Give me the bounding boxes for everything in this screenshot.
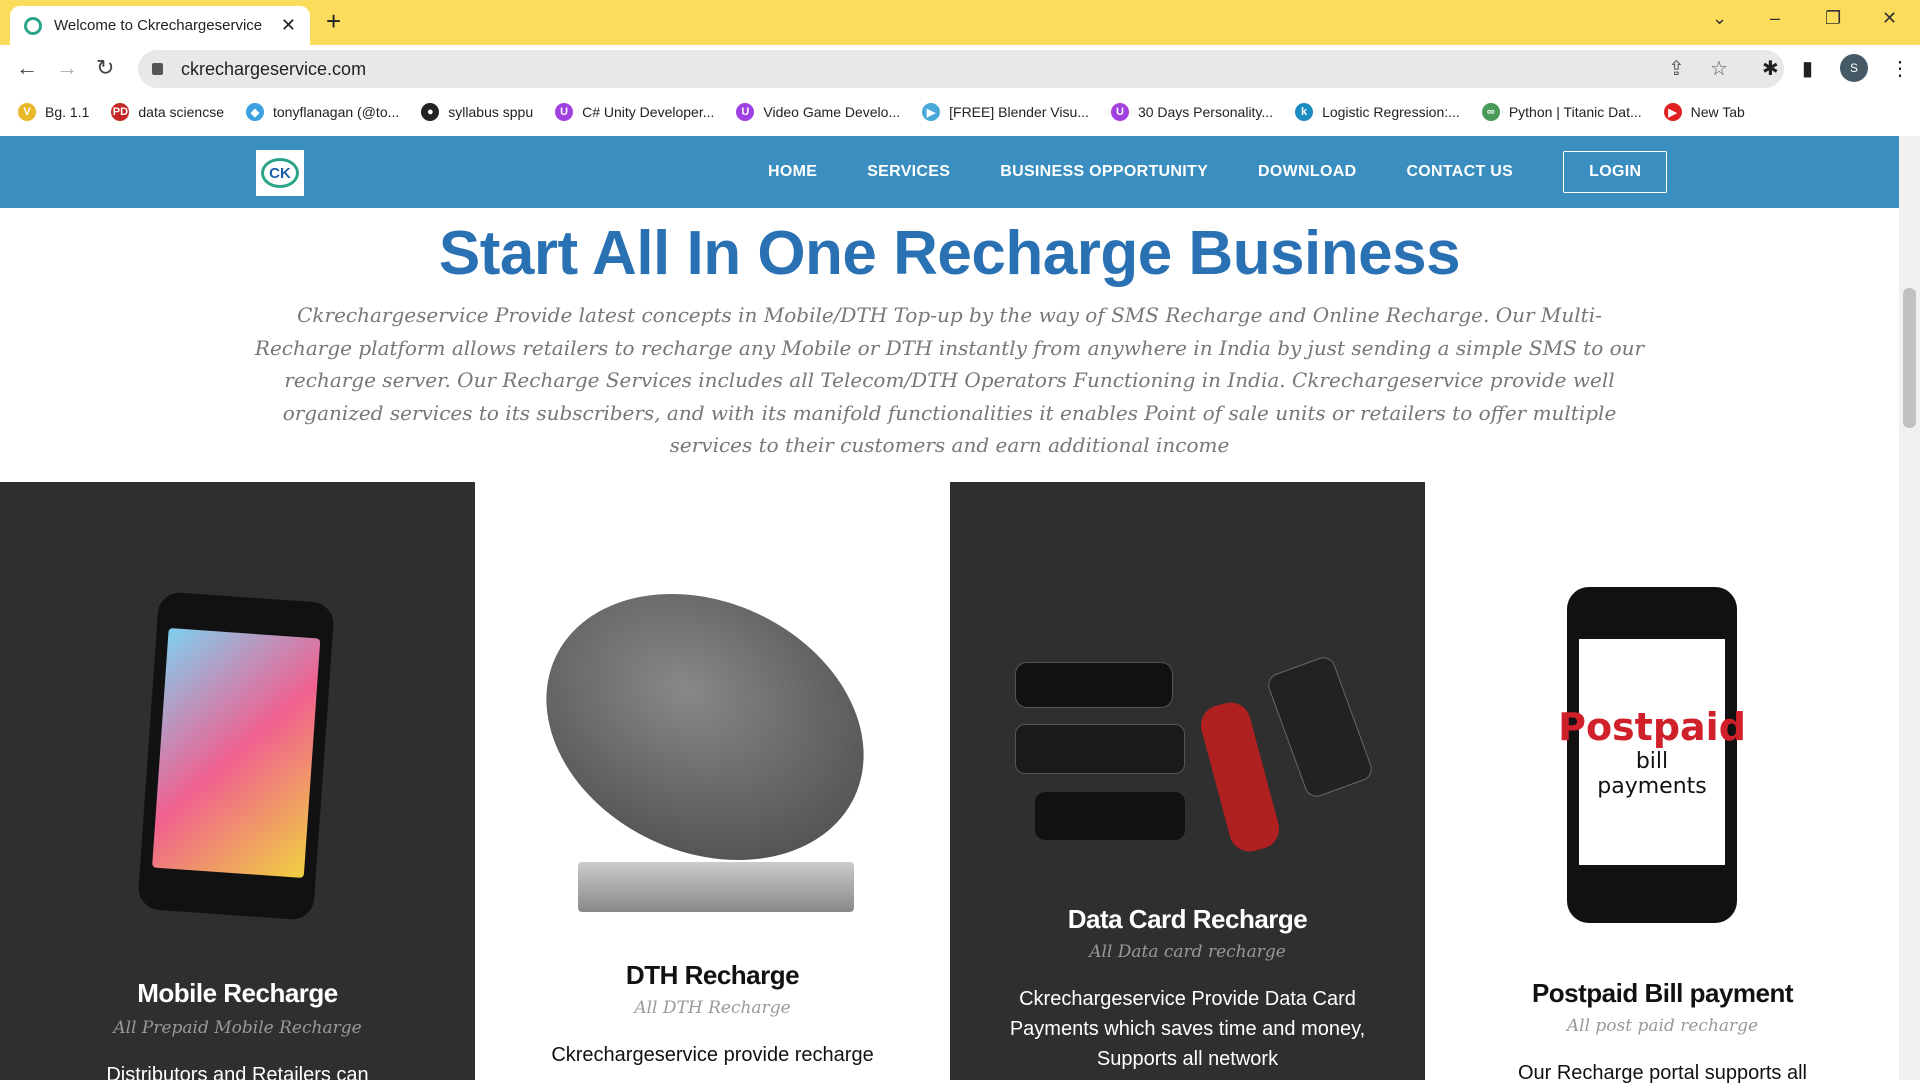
bookmark-item[interactable]: ∞ Python | Titanic Dat... (1481, 103, 1642, 121)
bookmark-item[interactable]: ▶ New Tab (1663, 103, 1745, 121)
tab-strip: Welcome to Ckrechargeservice ✕ + ⌄ – ❐ ✕ (0, 0, 1920, 45)
bookmark-favicon-icon: U (736, 103, 755, 121)
card-description: Ckrechargeservice Provide Data Card Paym… (1009, 988, 1366, 1070)
card-dth-recharge: DTH Recharge All DTH Recharge Ckrecharge… (475, 482, 950, 1080)
bookmark-favicon-icon: ● (421, 103, 440, 121)
bookmark-item[interactable]: U 30 Days Personality... (1110, 103, 1274, 121)
bookmark-favicon-icon: ▶ (1663, 103, 1682, 121)
nav-business-opportunity[interactable]: BUSINESS OPPORTUNITY (1000, 163, 1208, 181)
bookmark-label: tonyflanagan (@to... (272, 104, 400, 120)
address-bar[interactable]: ckrechargeservice.com ⇪ ☆ (138, 50, 1784, 88)
url-text: ckrechargeservice.com (181, 58, 367, 79)
extensions-icon[interactable]: ✱ (1762, 56, 1779, 81)
card-postpaid-bill-payment: Postpaid bill payments Postpaid Bill pay… (1425, 482, 1900, 1084)
bookmark-favicon-icon: ∞ (1481, 103, 1500, 121)
bookmark-label: C# Unity Developer... (582, 104, 715, 120)
toolbar: ← → ↻ ckrechargeservice.com ⇪ ☆ ✱ ▮ S ⋮ (0, 45, 1920, 92)
postpaid-phone-image: Postpaid bill payments (1558, 587, 1746, 923)
bookmark-star-icon[interactable]: ☆ (1710, 56, 1728, 81)
bookmark-label: New Tab (1690, 104, 1745, 120)
bookmark-label: [FREE] Blender Visu... (949, 104, 1089, 120)
card-subtitle: All Prepaid Mobile Recharge (113, 1018, 362, 1038)
card-title: Data Card Recharge (1067, 904, 1308, 934)
tab-search-icon[interactable]: ⌄ (1712, 8, 1727, 29)
tab-title: Welcome to Ckrechargeservice (54, 17, 263, 34)
bookmark-favicon-icon: ◆ (245, 103, 264, 121)
bookmark-label: Logistic Regression:... (1322, 104, 1460, 120)
nav-contact-us[interactable]: CONTACT US (1406, 163, 1513, 181)
bookmark-item[interactable]: U C# Unity Developer... (555, 103, 714, 121)
bookmark-favicon-icon: V (18, 103, 36, 121)
card-mobile-recharge: Mobile Recharge All Prepaid Mobile Recha… (0, 482, 475, 1086)
restore-icon[interactable]: ❐ (1825, 8, 1841, 29)
set-top-box-image (578, 862, 854, 912)
bookmark-label: data sciencse (138, 104, 224, 120)
card-title: Mobile Recharge (137, 978, 338, 1008)
card-description: Ckrechargeservice provide recharge (551, 1044, 874, 1066)
card-title: Postpaid Bill payment (1531, 978, 1794, 1008)
card-subtitle: All Data card recharge (1089, 942, 1286, 962)
share-icon[interactable]: ⇪ (1668, 56, 1685, 81)
nav-services[interactable]: SERVICES (867, 163, 950, 181)
side-panel-icon[interactable]: ▮ (1802, 56, 1813, 81)
back-icon[interactable]: ← (16, 55, 38, 81)
bookmark-favicon-icon: PD (111, 103, 130, 121)
card-data-card-recharge: Data Card Recharge All Data card recharg… (950, 482, 1425, 1080)
site-logo[interactable]: CK (256, 150, 304, 196)
card-subtitle: All post paid recharge (1566, 1016, 1759, 1036)
bookmarks-bar: V Bg. 1.1 PD data sciencse ◆ tonyflanagan (@t… (0, 92, 1920, 132)
new-tab-button[interactable]: + (326, 6, 341, 37)
bookmark-favicon-icon: U (555, 103, 574, 121)
bookmark-item[interactable]: V Bg. 1.1 (18, 103, 89, 121)
page-scrollbar[interactable] (1899, 136, 1920, 1080)
bookmark-item[interactable]: ◆ tonyflanagan (@to... (245, 103, 400, 121)
browser-tab[interactable]: Welcome to Ckrechargeservice ✕ (10, 6, 310, 45)
bookmark-label: Video Game Develo... (763, 104, 901, 120)
site-navbar: CK HOME SERVICES BUSINESS OPPORTUNITY DO… (0, 136, 1899, 208)
intro-text: Ckrechargeservice Provide latest concept… (254, 303, 1645, 457)
avatar[interactable]: S (1840, 54, 1868, 82)
lock-icon (152, 63, 163, 75)
scrollbar-thumb[interactable] (1903, 288, 1916, 428)
bookmark-item[interactable]: ▶ [FREE] Blender Visu... (922, 103, 1089, 121)
forward-icon[interactable]: → (56, 55, 78, 81)
bookmark-favicon-icon: k (1295, 103, 1314, 121)
satellite-dish-image (502, 543, 908, 911)
close-window-icon[interactable]: ✕ (1882, 8, 1897, 29)
card-description: Distributors and Retailers can (106, 1064, 369, 1086)
bookmark-favicon-icon: ▶ (922, 103, 941, 121)
nav-home[interactable]: HOME (768, 163, 817, 181)
bookmark-item[interactable]: PD data sciencse (111, 103, 224, 121)
data-card-dongles-image (1015, 653, 1376, 862)
bookmark-favicon-icon: U (1110, 103, 1129, 121)
bookmark-label: 30 Days Personality... (1137, 104, 1274, 120)
reload-icon[interactable]: ↻ (96, 55, 114, 81)
mobile-phone-image (137, 591, 335, 921)
card-description: Our Recharge portal supports all (1517, 1062, 1808, 1084)
menu-icon[interactable]: ⋮ (1890, 56, 1910, 81)
page-title: Start All In One Recharge Business (438, 219, 1461, 288)
card-subtitle: All DTH Recharge (634, 998, 791, 1018)
hero-section: Start All In One Recharge Business Ckrec… (0, 218, 1899, 462)
minimize-icon[interactable]: – (1770, 8, 1780, 29)
bookmark-item[interactable]: k Logistic Regression:... (1295, 103, 1460, 121)
bookmark-item[interactable]: ● syllabus sppu (421, 103, 533, 121)
card-title: DTH Recharge (625, 960, 800, 990)
nav-download[interactable]: DOWNLOAD (1258, 163, 1356, 181)
login-button[interactable]: LOGIN (1563, 151, 1668, 193)
site-favicon-icon (24, 16, 42, 35)
bookmark-item[interactable]: U Video Game Develo... (736, 103, 900, 121)
bookmark-label: syllabus sppu (448, 104, 534, 120)
bookmark-label: Python | Titanic Dat... (1508, 104, 1642, 120)
close-tab-icon[interactable]: ✕ (281, 15, 296, 36)
bookmark-label: Bg. 1.1 (45, 104, 90, 120)
